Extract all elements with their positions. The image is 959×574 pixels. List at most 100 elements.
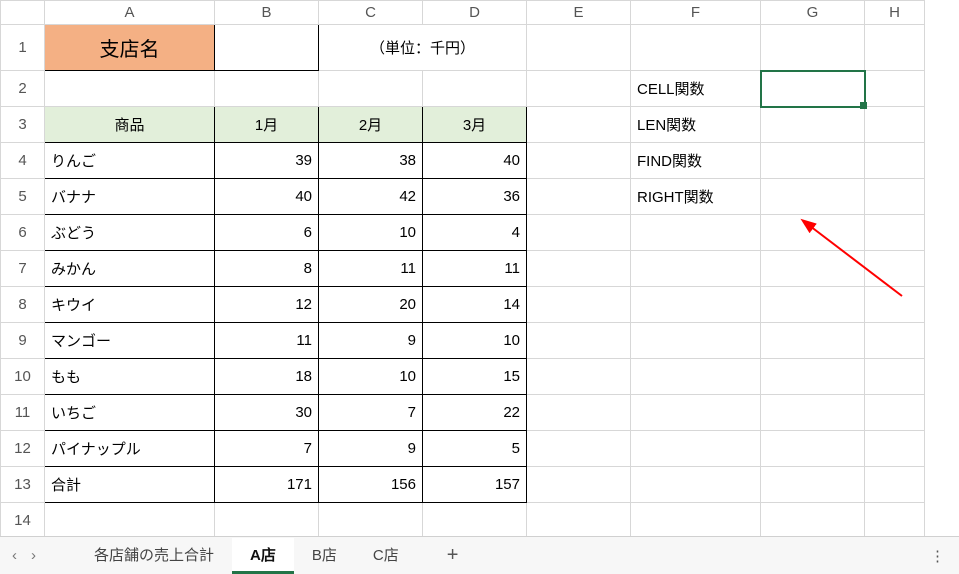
cell-D8[interactable]: 14 [423,287,527,323]
cell-E6[interactable] [527,215,631,251]
cell-C11[interactable]: 7 [319,395,423,431]
cell-A1[interactable]: 支店名 [45,25,215,71]
col-header-C[interactable]: C [319,1,423,25]
col-header-F[interactable]: F [631,1,761,25]
cell-D6[interactable]: 4 [423,215,527,251]
row-header-3[interactable]: 3 [1,107,45,143]
row-header-11[interactable]: 11 [1,395,45,431]
cell-D14[interactable] [423,503,527,537]
col-header-H[interactable]: H [865,1,925,25]
row-header-9[interactable]: 9 [1,323,45,359]
cell-G13[interactable] [761,467,865,503]
row-header-7[interactable]: 7 [1,251,45,287]
cell-H2[interactable] [865,71,925,107]
cell-E2[interactable] [527,71,631,107]
cell-E8[interactable] [527,287,631,323]
cell-B1[interactable] [215,25,319,71]
cell-A8[interactable]: キウイ [45,287,215,323]
sheet-tab-3[interactable]: C店 [355,538,417,574]
cell-F11[interactable] [631,395,761,431]
cell-H3[interactable] [865,107,925,143]
row-header-14[interactable]: 14 [1,503,45,537]
cell-F8[interactable] [631,287,761,323]
corner-cell[interactable] [1,1,45,25]
cell-E3[interactable] [527,107,631,143]
cell-G3[interactable] [761,107,865,143]
row-header-1[interactable]: 1 [1,25,45,71]
sheet-tab-2[interactable]: B店 [294,538,355,574]
cell-H11[interactable] [865,395,925,431]
cell-B12[interactable]: 7 [215,431,319,467]
cell-D7[interactable]: 11 [423,251,527,287]
cell-G10[interactable] [761,359,865,395]
cell-H7[interactable] [865,251,925,287]
cell-H4[interactable] [865,143,925,179]
cell-B11[interactable]: 30 [215,395,319,431]
cell-A12[interactable]: パイナップル [45,431,215,467]
cell-E13[interactable] [527,467,631,503]
cell-C13[interactable]: 156 [319,467,423,503]
row-header-2[interactable]: 2 [1,71,45,107]
cell-D12[interactable]: 5 [423,431,527,467]
cell-G12[interactable] [761,431,865,467]
col-header-A[interactable]: A [45,1,215,25]
cell-F5[interactable]: RIGHT関数 [631,179,761,215]
cell-G5[interactable] [761,179,865,215]
cell-B8[interactable]: 12 [215,287,319,323]
col-header-E[interactable]: E [527,1,631,25]
cell-G4[interactable] [761,143,865,179]
cell-H12[interactable] [865,431,925,467]
cell-B9[interactable]: 11 [215,323,319,359]
cell-B7[interactable]: 8 [215,251,319,287]
col-header-D[interactable]: D [423,1,527,25]
cell-D13[interactable]: 157 [423,467,527,503]
cell-B10[interactable]: 18 [215,359,319,395]
cell-E9[interactable] [527,323,631,359]
cell-G8[interactable] [761,287,865,323]
cell-F3[interactable]: LEN関数 [631,107,761,143]
row-header-12[interactable]: 12 [1,431,45,467]
cell-D3[interactable]: 3月 [423,107,527,143]
cell-G2[interactable] [761,71,865,107]
cell-A6[interactable]: ぶどう [45,215,215,251]
cell-A7[interactable]: みかん [45,251,215,287]
cell-G9[interactable] [761,323,865,359]
cell-C4[interactable]: 38 [319,143,423,179]
cell-H8[interactable] [865,287,925,323]
cell-A5[interactable]: バナナ [45,179,215,215]
cell-H9[interactable] [865,323,925,359]
cell-C7[interactable]: 11 [319,251,423,287]
row-header-13[interactable]: 13 [1,467,45,503]
cell-E11[interactable] [527,395,631,431]
spreadsheet-grid[interactable]: ABCDEFGH1支店名（単位：千円）2CELL関数3商品1月2月3月LEN関数… [0,0,959,536]
cell-B5[interactable]: 40 [215,179,319,215]
cell-C5[interactable]: 42 [319,179,423,215]
cell-G6[interactable] [761,215,865,251]
cell-B14[interactable] [215,503,319,537]
cell-B6[interactable]: 6 [215,215,319,251]
cell-F7[interactable] [631,251,761,287]
cell-C12[interactable]: 9 [319,431,423,467]
cell-C14[interactable] [319,503,423,537]
cell-F4[interactable]: FIND関数 [631,143,761,179]
cell-D10[interactable]: 15 [423,359,527,395]
cell-B2[interactable] [215,71,319,107]
cell-A10[interactable]: もも [45,359,215,395]
row-header-6[interactable]: 6 [1,215,45,251]
cell-C3[interactable]: 2月 [319,107,423,143]
cell-A14[interactable] [45,503,215,537]
cell-F1[interactable] [631,25,761,71]
cell-H14[interactable] [865,503,925,537]
tab-nav-prev[interactable]: ‹ [12,547,17,564]
cell-B3[interactable]: 1月 [215,107,319,143]
cell-G7[interactable] [761,251,865,287]
sheet-more-button[interactable]: ⋮ [930,547,947,565]
cell-A2[interactable] [45,71,215,107]
cell-F14[interactable] [631,503,761,537]
cell-E14[interactable] [527,503,631,537]
cell-F13[interactable] [631,467,761,503]
cell-E4[interactable] [527,143,631,179]
cell-C2[interactable] [319,71,423,107]
sheet-tab-0[interactable]: 各店舗の売上合計 [76,538,232,574]
cell-D5[interactable]: 36 [423,179,527,215]
